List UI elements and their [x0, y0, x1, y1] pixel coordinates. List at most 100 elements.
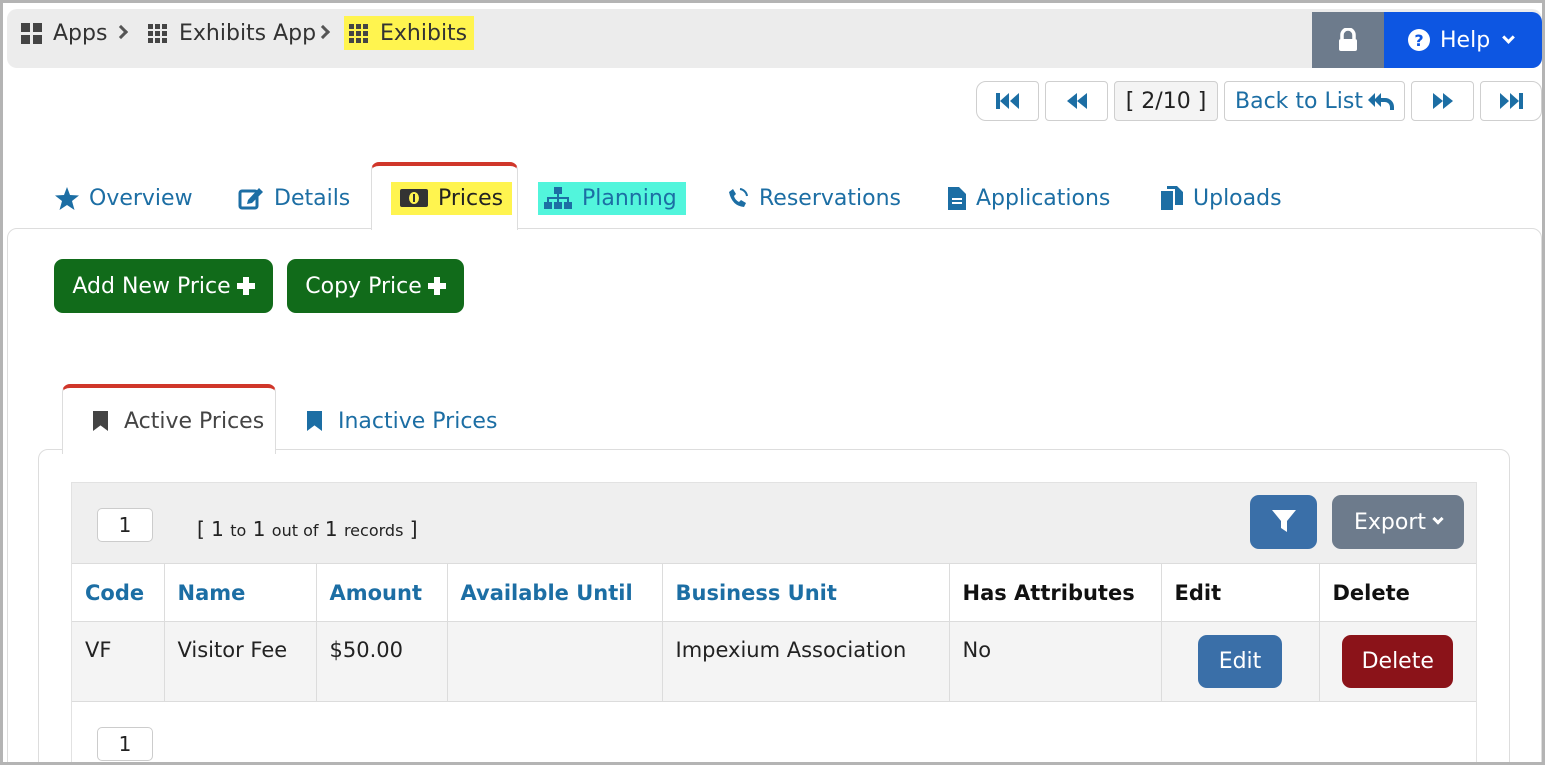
page-number-input[interactable]: 1 — [97, 508, 153, 542]
breadcrumb-exhibits[interactable]: Exhibits — [344, 16, 475, 50]
question-circle-icon: ? — [1408, 29, 1430, 51]
tab-highlight: Prices — [391, 181, 513, 215]
column-header-code[interactable]: Code — [72, 564, 165, 622]
records-total: 1 — [324, 517, 338, 541]
tab-details[interactable]: Details — [238, 175, 350, 221]
chevron-down-icon — [1432, 513, 1444, 525]
tab-applications[interactable]: Applications — [948, 175, 1110, 221]
edit-icon — [238, 186, 264, 210]
table-header-row: Code Name Amount Available Until Busines… — [72, 564, 1476, 622]
plus-icon — [427, 277, 446, 295]
tab-label: Reservations — [759, 185, 901, 211]
back-to-list-button[interactable]: Back to List — [1224, 81, 1405, 121]
records-summary: [ 1 to 1 out of 1 records ] — [197, 517, 418, 541]
export-dropdown-button[interactable]: Export — [1332, 495, 1464, 549]
column-header-edit: Edit — [1161, 564, 1320, 622]
column-header-has-attributes: Has Attributes — [949, 564, 1162, 622]
records-to-word: to — [230, 521, 247, 540]
tab-overview[interactable]: Overview — [55, 175, 193, 221]
tab-reservations[interactable]: Reservations — [727, 175, 901, 221]
grid-3x3-icon — [148, 23, 167, 43]
copy-icon — [1161, 186, 1183, 210]
cell-delete: Delete — [1319, 621, 1476, 702]
backward-icon — [1066, 93, 1087, 109]
fast-forward-icon — [1500, 93, 1523, 109]
delete-button[interactable]: Delete — [1342, 634, 1454, 688]
star-icon — [55, 186, 79, 210]
records-to: 1 — [252, 517, 266, 541]
subtab-label: Active Prices — [124, 408, 265, 434]
help-button[interactable]: ? Help — [1384, 12, 1542, 68]
bookmark-icon — [307, 411, 322, 431]
subtab-label: Inactive Prices — [338, 408, 498, 434]
grid-toolbar: 1 [ 1 to 1 out of 1 records ] Export — [72, 483, 1476, 564]
app-frame: Apps Exhibits App Exhibits ? Help [ 2/10… — [0, 0, 1545, 765]
tab-label: Planning — [582, 185, 677, 211]
document-icon — [948, 186, 966, 210]
column-header-name[interactable]: Name — [164, 564, 317, 622]
tab-label: Details — [274, 185, 351, 211]
tab-prices[interactable]: Prices — [391, 175, 513, 221]
breadcrumb-exhibits-app[interactable]: Exhibits App — [142, 16, 322, 50]
tab-inactive-prices[interactable]: Inactive Prices — [307, 401, 497, 441]
first-record-button[interactable] — [976, 81, 1039, 121]
tab-active-prices[interactable]: Active Prices — [62, 384, 276, 454]
grid-3x3-icon — [349, 23, 368, 43]
button-label: Add New Price — [72, 273, 231, 299]
tab-uploads[interactable]: Uploads — [1161, 175, 1282, 221]
lock-icon — [1339, 28, 1357, 51]
record-position: [ 2/10 ] — [1114, 81, 1218, 121]
reply-all-icon — [1367, 93, 1394, 110]
breadcrumb-label: Apps — [53, 20, 108, 46]
help-label: Help — [1440, 27, 1491, 53]
breadcrumb-label: Exhibits — [380, 20, 468, 46]
prices-table: Code Name Amount Available Until Busines… — [72, 564, 1476, 702]
cell-has-attributes: No — [949, 621, 1162, 702]
edit-button[interactable]: Edit — [1198, 634, 1282, 688]
filter-button[interactable] — [1250, 495, 1317, 549]
column-header-delete: Delete — [1319, 564, 1476, 622]
column-header-business-unit[interactable]: Business Unit — [662, 564, 950, 622]
records-out-of-word: out of — [271, 521, 319, 540]
column-header-amount[interactable]: Amount — [316, 564, 448, 622]
copy-price-button[interactable]: Copy Price — [287, 259, 464, 313]
cell-edit: Edit — [1161, 621, 1320, 702]
tab-label: Applications — [976, 185, 1111, 211]
records-word: records — [343, 521, 404, 540]
phone-icon — [727, 187, 749, 209]
export-label: Export — [1353, 509, 1426, 535]
fast-backward-icon — [995, 93, 1019, 109]
records-open: [ — [197, 517, 205, 541]
grid-2x2-icon — [21, 22, 42, 44]
plus-icon — [236, 277, 255, 295]
filter-icon — [1271, 510, 1296, 532]
back-to-list-label: Back to List — [1235, 88, 1363, 114]
prices-grid: 1 [ 1 to 1 out of 1 records ] Export Cod… — [71, 482, 1477, 762]
tab-highlight: Planning — [538, 181, 686, 215]
cell-business-unit: Impexium Association — [662, 621, 950, 702]
tab-label: Prices — [438, 185, 504, 211]
column-header-available-until[interactable]: Available Until — [447, 564, 663, 622]
cell-code: VF — [72, 621, 165, 702]
chevron-down-icon — [1502, 30, 1516, 44]
sitemap-icon — [544, 187, 572, 209]
records-from: 1 — [211, 517, 224, 541]
table-row: VF Visitor Fee $50.00 Impexium Associati… — [72, 621, 1476, 702]
forward-icon — [1432, 93, 1453, 109]
records-close: ] — [409, 517, 418, 541]
money-icon — [400, 189, 428, 207]
active-tab-cover — [372, 225, 517, 231]
breadcrumb-apps[interactable]: Apps — [15, 16, 113, 50]
lock-button[interactable] — [1312, 12, 1384, 68]
bottom-page-number-input[interactable]: 1 — [97, 727, 153, 761]
next-record-button[interactable] — [1411, 81, 1474, 121]
tab-planning[interactable]: Planning — [538, 175, 686, 221]
previous-record-button[interactable] — [1045, 81, 1108, 121]
last-record-button[interactable] — [1480, 81, 1542, 121]
cell-amount: $50.00 — [316, 621, 448, 702]
add-new-price-button[interactable]: Add New Price — [54, 259, 273, 313]
button-label: Copy Price — [305, 273, 422, 299]
cell-name: Visitor Fee — [164, 621, 317, 702]
bookmark-icon — [93, 411, 108, 431]
breadcrumb-label: Exhibits App — [179, 20, 317, 46]
